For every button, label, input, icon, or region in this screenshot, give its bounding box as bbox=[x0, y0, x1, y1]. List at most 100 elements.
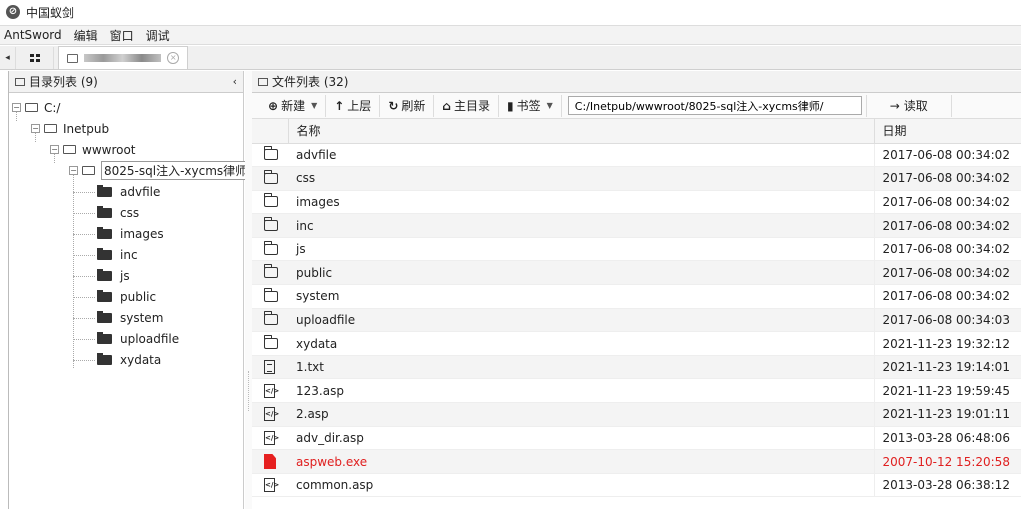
menu-bar: AntSword 编辑 窗口 调试 bbox=[0, 25, 1021, 45]
directory-panel: 目录列表 (9) ‹ − C:/ − Inetpub − wwwroot − 8… bbox=[8, 71, 251, 509]
tree-node-js[interactable]: js bbox=[97, 265, 130, 286]
date-column-header[interactable]: 日期 bbox=[874, 119, 1021, 144]
tree-node-c-drive[interactable]: − C:/ bbox=[12, 97, 60, 118]
folder-icon bbox=[97, 310, 112, 323]
file-panel: 文件列表 (32) ⊕ 新建 ▼ ↑ 上层 ↻ 刷新 ⌂ 主目录 ▮ 书签 ▼ … bbox=[252, 71, 1021, 509]
folder-icon bbox=[97, 205, 112, 218]
folder-outline-icon bbox=[44, 124, 57, 133]
name-column-header[interactable]: 名称 bbox=[288, 119, 875, 144]
table-row[interactable]: images 2017-06-08 00:34:02 bbox=[252, 190, 1021, 215]
table-row[interactable]: advfile 2017-06-08 00:34:02 bbox=[252, 143, 1021, 168]
collapse-toggle-icon[interactable]: − bbox=[31, 124, 40, 133]
arrow-up-icon: ↑ bbox=[334, 98, 345, 113]
table-row[interactable]: </> 2.asp 2021-11-23 19:01:11 bbox=[252, 402, 1021, 427]
code-file-icon: </> bbox=[264, 478, 279, 493]
table-row[interactable]: xydata 2021-11-23 19:32:12 bbox=[252, 331, 1021, 356]
table-row[interactable]: uploadfile 2017-06-08 00:34:03 bbox=[252, 308, 1021, 333]
chevron-down-icon: ▼ bbox=[546, 101, 553, 110]
path-input[interactable] bbox=[567, 96, 862, 115]
tree-node-images[interactable]: images bbox=[97, 223, 164, 244]
folder-icon bbox=[97, 331, 112, 344]
table-row[interactable]: css 2017-06-08 00:34:02 bbox=[252, 166, 1021, 191]
code-file-icon: </> bbox=[264, 407, 279, 422]
panel-icon bbox=[15, 77, 25, 86]
folder-icon bbox=[263, 169, 278, 184]
folder-icon bbox=[263, 193, 278, 208]
file-panel-header: 文件列表 (32) bbox=[252, 71, 1021, 93]
menu-debug[interactable]: 调试 bbox=[146, 27, 170, 44]
tab-shell-session[interactable]: × bbox=[58, 46, 188, 69]
arrow-right-icon: → bbox=[889, 98, 900, 113]
table-row[interactable]: inc 2017-06-08 00:34:02 bbox=[252, 213, 1021, 238]
refresh-icon: ↻ bbox=[388, 98, 399, 113]
folder-icon bbox=[97, 268, 112, 281]
panel-splitter[interactable] bbox=[245, 71, 252, 509]
close-tab-icon[interactable]: × bbox=[167, 52, 179, 64]
collapse-toggle-icon[interactable]: − bbox=[12, 103, 21, 112]
tree-node-css[interactable]: css bbox=[97, 202, 139, 223]
collapse-panel-icon[interactable]: ‹ bbox=[233, 75, 237, 88]
title-bar: ⊘ 中国蚁剑 bbox=[0, 0, 1021, 24]
tree-node-wwwroot[interactable]: − wwwroot bbox=[50, 139, 136, 160]
home-icon: ⌂ bbox=[442, 98, 451, 113]
grid-icon bbox=[29, 54, 40, 62]
bookmark-button[interactable]: ▮ 书签 ▼ bbox=[499, 94, 562, 117]
folder-icon bbox=[97, 352, 112, 365]
exe-file-icon bbox=[264, 454, 276, 470]
collapse-toggle-icon[interactable]: − bbox=[50, 145, 59, 154]
tree-node-system[interactable]: system bbox=[97, 307, 163, 328]
tab-bar: ◂ × bbox=[0, 46, 1021, 70]
text-file-icon bbox=[264, 360, 275, 375]
tree-node-uploadfile[interactable]: uploadfile bbox=[97, 328, 179, 349]
read-button[interactable]: → 读取 bbox=[865, 94, 952, 117]
refresh-button[interactable]: ↻ 刷新 bbox=[380, 94, 435, 117]
folder-icon bbox=[97, 184, 112, 197]
file-table: 名称 日期 advfile 2017-06-08 00:34:02 css 20… bbox=[252, 119, 1021, 498]
redacted-tab-label bbox=[83, 54, 162, 62]
tab-home[interactable] bbox=[16, 47, 54, 69]
table-row[interactable]: 1.txt 2021-11-23 19:14:01 bbox=[252, 355, 1021, 380]
table-row[interactable]: system 2017-06-08 00:34:02 bbox=[252, 284, 1021, 309]
chevron-down-icon: ▼ bbox=[311, 101, 318, 110]
folder-icon bbox=[263, 240, 278, 255]
new-button[interactable]: ⊕ 新建 ▼ bbox=[260, 94, 327, 117]
code-file-icon: </> bbox=[264, 430, 279, 445]
folder-icon bbox=[97, 247, 112, 260]
tree-node-public[interactable]: public bbox=[97, 286, 156, 307]
plus-circle-icon: ⊕ bbox=[268, 98, 279, 113]
file-panel-title: 文件列表 (32) bbox=[272, 75, 349, 89]
bookmark-icon: ▮ bbox=[507, 98, 514, 113]
tree-node-xydata[interactable]: xydata bbox=[97, 349, 161, 370]
home-button[interactable]: ⌂ 主目录 bbox=[434, 94, 499, 117]
folder-icon bbox=[263, 287, 278, 302]
folder-outline-icon bbox=[67, 53, 78, 63]
app-logo-icon: ⊘ bbox=[6, 5, 20, 19]
menu-window[interactable]: 窗口 bbox=[110, 27, 134, 44]
menu-edit[interactable]: 编辑 bbox=[74, 27, 98, 44]
folder-outline-icon bbox=[82, 166, 95, 175]
table-row[interactable]: </> 123.asp 2021-11-23 19:59:45 bbox=[252, 378, 1021, 404]
folder-icon bbox=[263, 217, 278, 232]
menu-antsword[interactable]: AntSword bbox=[4, 28, 62, 42]
table-row[interactable]: </> adv_dir.asp 2013-03-28 06:48:06 bbox=[252, 426, 1021, 451]
collapse-toggle-icon[interactable]: − bbox=[69, 166, 78, 175]
folder-icon bbox=[263, 311, 278, 326]
table-header-row: 名称 日期 bbox=[252, 119, 1021, 144]
tree-node-inc[interactable]: inc bbox=[97, 244, 138, 265]
folder-icon bbox=[263, 264, 278, 279]
folder-icon bbox=[263, 335, 278, 350]
tree-node-site-root[interactable]: − 8025-sql注入-xycms律师 bbox=[69, 160, 251, 181]
tab-scroll-left-icon[interactable]: ◂ bbox=[0, 47, 16, 69]
up-button[interactable]: ↑ 上层 bbox=[326, 94, 381, 117]
folder-icon bbox=[97, 289, 112, 302]
window-title: 中国蚁剑 bbox=[26, 5, 75, 20]
table-row[interactable]: </> common.asp 2013-03-28 06:38:12 bbox=[252, 473, 1021, 498]
file-toolbar: ⊕ 新建 ▼ ↑ 上层 ↻ 刷新 ⌂ 主目录 ▮ 书签 ▼ → 读取 bbox=[252, 93, 1021, 119]
tree-node-advfile[interactable]: advfile bbox=[97, 181, 160, 202]
tree-node-inetpub[interactable]: − Inetpub bbox=[31, 118, 109, 139]
folder-icon bbox=[97, 226, 112, 239]
table-row[interactable]: public 2017-06-08 00:34:02 bbox=[252, 260, 1021, 286]
table-row[interactable]: js 2017-06-08 00:34:02 bbox=[252, 237, 1021, 262]
table-row[interactable]: aspweb.exe 2007-10-12 15:20:58 bbox=[252, 449, 1021, 474]
folder-outline-icon bbox=[25, 103, 38, 112]
